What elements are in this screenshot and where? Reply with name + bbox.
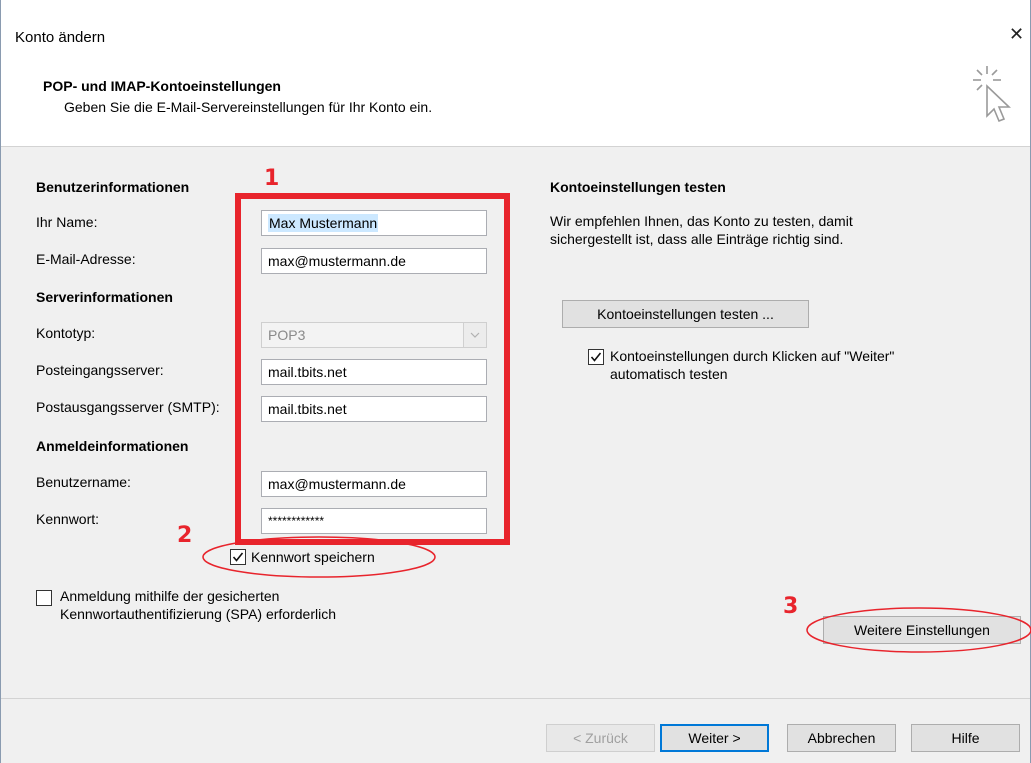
annotation-ellipse-3 xyxy=(806,607,1031,653)
annotation-ellipses xyxy=(202,536,1031,653)
annotation-ellipse-2 xyxy=(202,536,436,578)
account-settings-dialog: Konto ändern ✕ POP- und IMAP-Kontoeinste… xyxy=(0,0,1031,763)
